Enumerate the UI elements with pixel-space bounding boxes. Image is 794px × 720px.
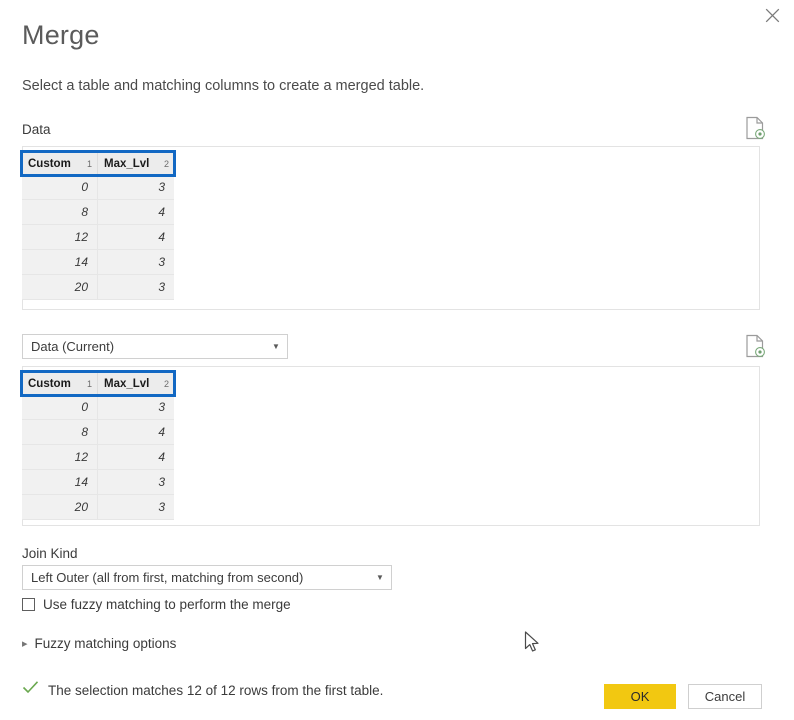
cell-custom: 8 [22, 420, 98, 444]
table-row[interactable]: 14 3 [22, 250, 174, 275]
chevron-down-icon: ▼ [376, 573, 384, 582]
column-header-order: 2 [163, 378, 169, 389]
table-row[interactable]: 8 4 [22, 200, 174, 225]
column-header-order: 2 [163, 158, 169, 169]
first-table-body: 0 3 8 4 12 4 14 3 20 3 [22, 175, 174, 300]
cell-custom: 14 [22, 250, 98, 274]
table-row[interactable]: 14 3 [22, 470, 174, 495]
cell-custom: 14 [22, 470, 98, 494]
cell-maxlvl: 3 [98, 175, 174, 199]
merge-dialog: Merge Select a table and matching column… [0, 0, 794, 720]
cell-maxlvl: 3 [98, 495, 174, 519]
table-preview-icon-first[interactable] [744, 116, 766, 140]
status-row: The selection matches 12 of 12 rows from… [22, 680, 383, 700]
second-table-select-value: Data (Current) [31, 339, 115, 354]
cell-custom: 8 [22, 200, 98, 224]
cell-custom: 0 [22, 175, 98, 199]
page-title: Merge [22, 20, 100, 50]
cell-custom: 12 [22, 225, 98, 249]
join-kind-label: Join Kind [22, 546, 78, 561]
second-table-select[interactable]: Data (Current) ▼ [22, 334, 288, 359]
second-table-preview-panel: Custom 1 Max_Lvl 2 0 3 8 4 12 4 14 3 20 … [20, 366, 760, 526]
chevron-right-icon: ▸ [22, 638, 28, 650]
status-message: The selection matches 12 of 12 rows from… [48, 682, 384, 698]
cell-maxlvl: 3 [98, 250, 174, 274]
column-header-name: Custom [28, 377, 71, 390]
column-header-maxlvl[interactable]: Max_Lvl 2 [98, 152, 174, 175]
table-preview-icon-second[interactable] [744, 334, 766, 358]
close-button[interactable] [750, 0, 794, 30]
first-table-header-row[interactable]: Custom 1 Max_Lvl 2 [20, 150, 176, 177]
column-header-name: Custom [28, 157, 71, 170]
first-table-label: Data [22, 122, 51, 137]
fuzzy-matching-checkbox[interactable] [22, 598, 35, 611]
table-row[interactable]: 20 3 [22, 495, 174, 520]
cell-maxlvl: 3 [98, 395, 174, 419]
column-header-name: Max_Lvl [104, 157, 150, 170]
cell-maxlvl: 4 [98, 225, 174, 249]
join-kind-select-value: Left Outer (all from first, matching fro… [31, 570, 304, 585]
cell-custom: 0 [22, 395, 98, 419]
table-row[interactable]: 12 4 [22, 445, 174, 470]
first-table-preview-panel: Custom 1 Max_Lvl 2 0 3 8 4 12 4 14 3 20 … [20, 146, 760, 310]
table-row[interactable]: 0 3 [22, 395, 174, 420]
fuzzy-matching-checkbox-row[interactable]: Use fuzzy matching to perform the merge [22, 597, 291, 612]
fuzzy-matching-options-expander[interactable]: ▸ Fuzzy matching options [22, 636, 176, 651]
fuzzy-matching-checkbox-label: Use fuzzy matching to perform the merge [43, 597, 291, 612]
column-header-order: 1 [86, 378, 92, 389]
chevron-down-icon: ▼ [272, 342, 280, 351]
join-kind-select[interactable]: Left Outer (all from first, matching fro… [22, 565, 392, 590]
table-row[interactable]: 12 4 [22, 225, 174, 250]
cell-maxlvl: 4 [98, 445, 174, 469]
close-icon [765, 8, 780, 23]
first-table-grid[interactable]: Custom 1 Max_Lvl 2 0 3 8 4 12 4 14 3 20 … [20, 150, 176, 300]
cell-maxlvl: 3 [98, 275, 174, 299]
column-header-custom[interactable]: Custom 1 [22, 372, 98, 395]
column-header-custom[interactable]: Custom 1 [22, 152, 98, 175]
column-header-maxlvl[interactable]: Max_Lvl 2 [98, 372, 174, 395]
table-row[interactable]: 20 3 [22, 275, 174, 300]
second-table-header-row[interactable]: Custom 1 Max_Lvl 2 [20, 370, 176, 397]
column-header-name: Max_Lvl [104, 377, 150, 390]
second-table-body: 0 3 8 4 12 4 14 3 20 3 [22, 395, 174, 520]
ok-button[interactable]: OK [604, 684, 676, 709]
cell-custom: 12 [22, 445, 98, 469]
cell-maxlvl: 4 [98, 200, 174, 224]
cell-maxlvl: 3 [98, 470, 174, 494]
table-row[interactable]: 0 3 [22, 175, 174, 200]
dialog-subtitle: Select a table and matching columns to c… [22, 78, 425, 94]
cell-custom: 20 [22, 495, 98, 519]
second-table-grid[interactable]: Custom 1 Max_Lvl 2 0 3 8 4 12 4 14 3 20 … [20, 370, 176, 520]
column-header-order: 1 [86, 158, 92, 169]
cell-maxlvl: 4 [98, 420, 174, 444]
mouse-cursor [524, 631, 542, 655]
checkmark-icon [22, 680, 39, 700]
cancel-button[interactable]: Cancel [688, 684, 762, 709]
table-row[interactable]: 8 4 [22, 420, 174, 445]
fuzzy-matching-options-label: Fuzzy matching options [34, 636, 177, 651]
cell-custom: 20 [22, 275, 98, 299]
